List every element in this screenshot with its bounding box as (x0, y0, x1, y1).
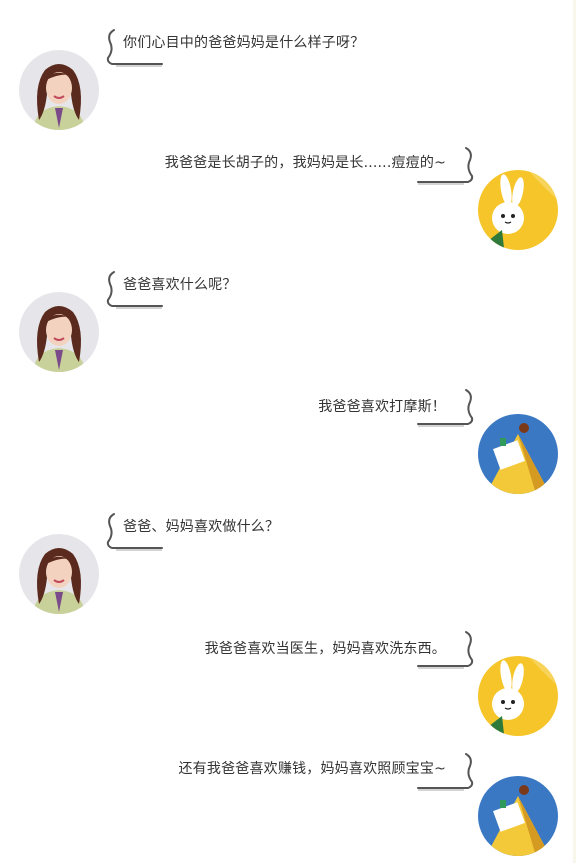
message-text: 爸爸喜欢什么呢？ (123, 277, 237, 293)
book-tent-icon (478, 414, 558, 494)
message-text: 我爸爸是长胡子的，我妈妈是长......痘痘的~ (164, 155, 446, 171)
message-text: 爸爸、妈妈喜欢做什么？ (123, 519, 280, 535)
woman-portrait-icon (19, 292, 99, 372)
message-text: 还有我爸爸喜欢赚钱，妈妈喜欢照顾宝宝~ (178, 761, 446, 777)
woman-portrait-icon (19, 50, 99, 130)
message-text: 我爸爸喜欢当医生，妈妈喜欢洗东西。 (204, 641, 446, 657)
book-tent-icon (478, 776, 558, 856)
message-text: 你们心目中的爸爸妈妈是什么样子呀？ (123, 35, 365, 51)
rabbit-icon (478, 170, 558, 250)
rabbit-icon (478, 656, 558, 736)
woman-portrait-icon (19, 534, 99, 614)
message-text: 我爸爸喜欢打摩斯！ (318, 399, 446, 415)
